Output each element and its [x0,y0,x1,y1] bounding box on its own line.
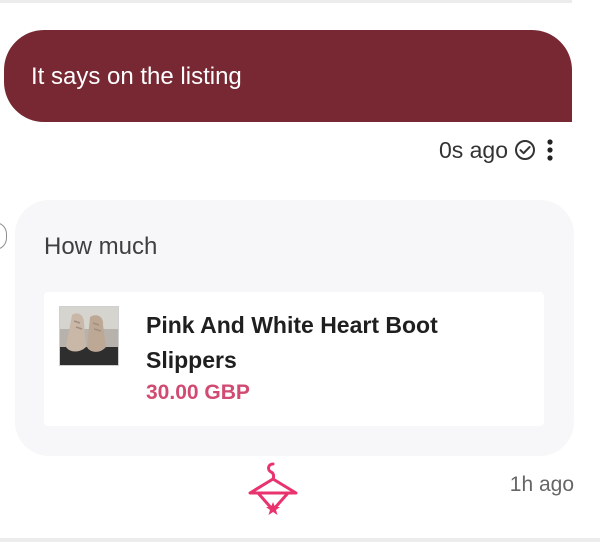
bottom-divider [0,538,600,542]
top-divider [0,0,572,3]
hanger-logo-icon [246,460,300,516]
sender-avatar[interactable] [0,222,7,250]
incoming-message-time: 1h ago [509,473,574,496]
more-vertical-icon[interactable] [545,138,555,162]
product-title[interactable]: Pink And White Heart Boot Slippers [146,308,506,378]
outgoing-message-meta: 0s ago [439,136,536,164]
product-price: 30.00 GBP [146,381,250,404]
outgoing-message-text: It says on the listing [31,63,242,90]
read-check-icon [514,139,536,161]
outgoing-message-time: 0s ago [438,137,508,163]
product-thumbnail[interactable] [59,306,119,366]
incoming-message-text: How much [44,233,158,260]
